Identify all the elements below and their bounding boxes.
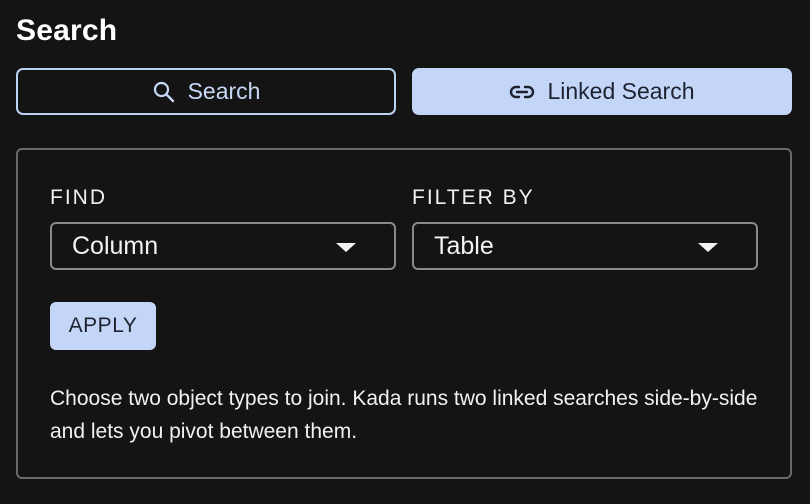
page-title: Search <box>16 14 118 47</box>
link-icon <box>509 80 535 104</box>
search-panel: Search Search Linked Search FIND Column … <box>0 0 810 504</box>
linked-search-mode-button[interactable]: Linked Search <box>412 68 792 115</box>
chevron-down-icon <box>698 243 718 252</box>
find-select-value: Column <box>72 231 159 260</box>
search-mode-label: Search <box>187 78 261 104</box>
help-text: Choose two object types to join. Kada ru… <box>50 387 758 443</box>
find-select[interactable]: Column <box>50 222 396 270</box>
search-mode-button[interactable]: Search <box>16 68 396 115</box>
search-icon <box>152 80 176 104</box>
linked-search-mode-label: Linked Search <box>547 78 695 104</box>
chevron-down-icon <box>336 243 356 252</box>
apply-button[interactable]: APPLY <box>50 302 156 350</box>
find-label: FIND <box>50 186 107 209</box>
filter-by-label: FILTER BY <box>412 186 535 209</box>
filter-by-select-value: Table <box>434 231 494 260</box>
filter-by-select[interactable]: Table <box>412 222 758 270</box>
